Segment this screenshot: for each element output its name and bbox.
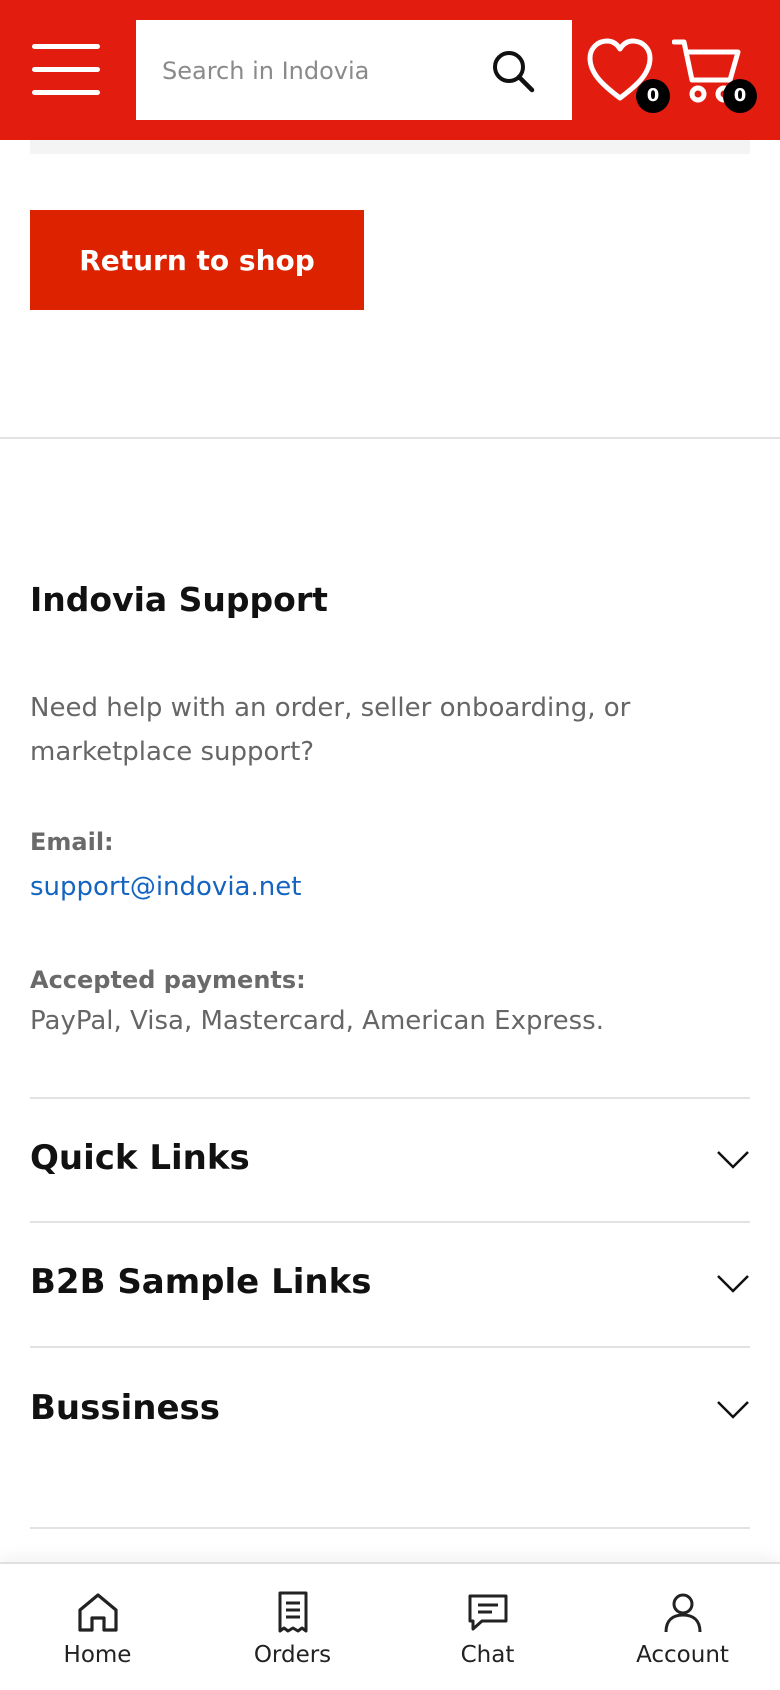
return-to-shop-button[interactable]: Return to shop xyxy=(30,210,364,310)
nav-label: Account xyxy=(636,1642,729,1668)
home-icon xyxy=(78,1593,118,1632)
section-divider xyxy=(0,437,780,439)
accordion-divider xyxy=(30,1221,750,1223)
search-box xyxy=(136,20,572,120)
bottom-navigation: Home Orders Chat Account xyxy=(0,1562,780,1690)
accordion-bussiness[interactable]: Bussiness xyxy=(30,1370,750,1450)
search-icon[interactable] xyxy=(490,48,536,94)
support-description: Need help with an order, seller onboardi… xyxy=(30,693,631,767)
email-label: Email: xyxy=(30,828,114,856)
menu-bar xyxy=(32,44,100,49)
accordion-divider xyxy=(30,1346,750,1348)
accordion-title: Bussiness xyxy=(30,1388,220,1428)
accordion-divider xyxy=(30,1097,750,1099)
search-input[interactable] xyxy=(160,48,484,94)
support-email-link[interactable]: support@indovia.net xyxy=(30,872,301,902)
menu-bar xyxy=(32,90,100,95)
accordion-b2b-sample-links[interactable]: B2B Sample Links xyxy=(30,1244,750,1324)
user-icon xyxy=(664,1593,702,1633)
content-strip xyxy=(30,140,750,154)
chevron-down-icon xyxy=(717,1151,749,1169)
payments-value: PayPal, Visa, Mastercard, American Expre… xyxy=(30,1006,604,1036)
top-header: 0 0 xyxy=(0,0,780,140)
hamburger-menu-button[interactable] xyxy=(32,44,100,98)
chat-icon xyxy=(468,1594,508,1631)
menu-bar xyxy=(32,67,100,72)
nav-label: Home xyxy=(63,1642,132,1668)
nav-chat[interactable]: Chat xyxy=(390,1564,585,1690)
nav-label: Orders xyxy=(253,1642,332,1668)
nav-orders[interactable]: Orders xyxy=(195,1564,390,1690)
accordion-title: B2B Sample Links xyxy=(30,1262,372,1302)
nav-account[interactable]: Account xyxy=(585,1564,780,1690)
footer-divider xyxy=(30,1527,750,1529)
accordion-title: Quick Links xyxy=(30,1138,250,1178)
support-title: Indovia Support xyxy=(30,580,328,619)
chevron-down-icon xyxy=(717,1401,749,1419)
accordion-quick-links[interactable]: Quick Links xyxy=(30,1120,750,1200)
nav-home[interactable]: Home xyxy=(0,1564,195,1690)
wishlist-count-badge: 0 xyxy=(636,79,670,113)
payments-label: Accepted payments: xyxy=(30,966,306,994)
chevron-down-icon xyxy=(717,1275,749,1293)
cart-count-badge: 0 xyxy=(723,79,757,113)
nav-label: Chat xyxy=(460,1642,515,1668)
receipt-icon xyxy=(278,1591,308,1633)
